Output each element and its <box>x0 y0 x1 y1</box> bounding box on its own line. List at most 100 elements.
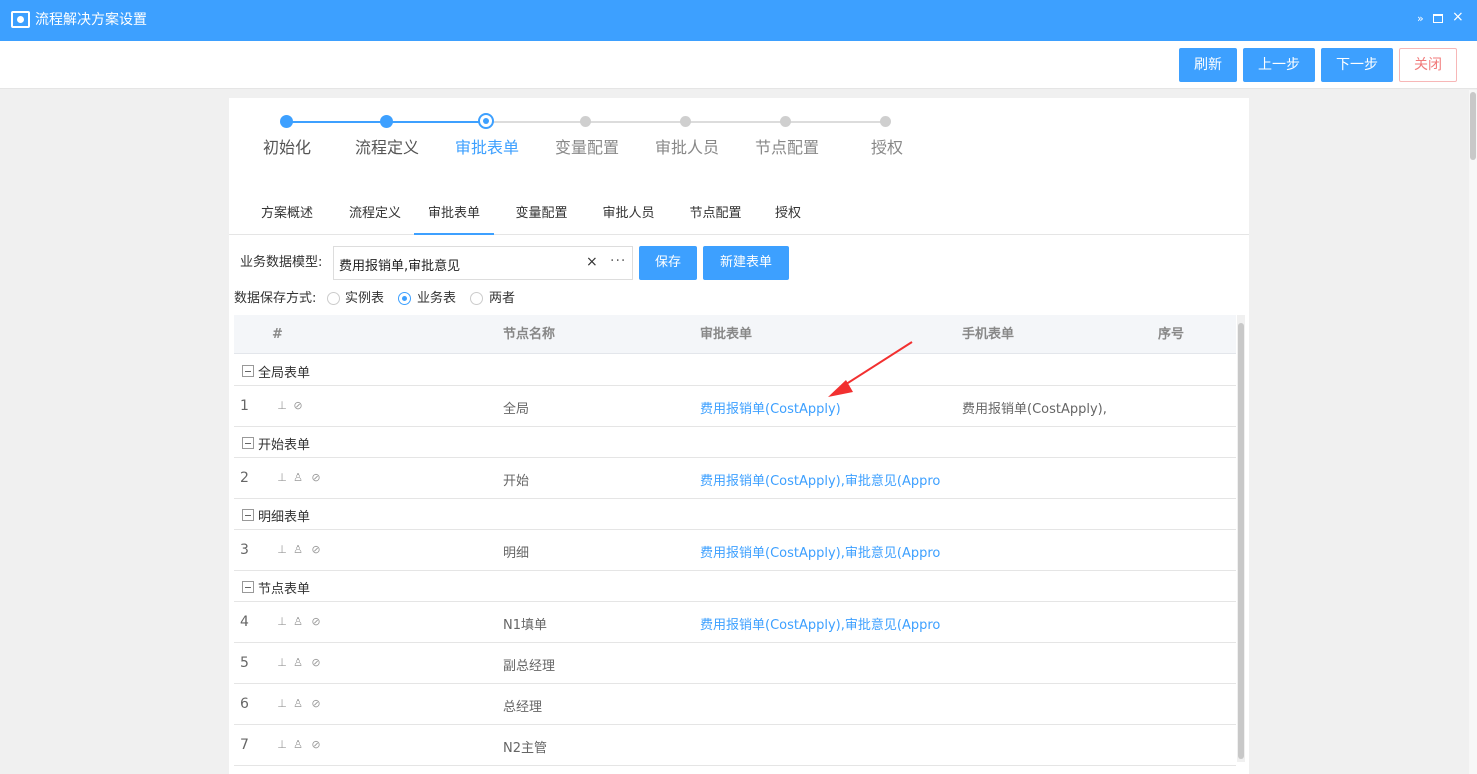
prev-step-button[interactable]: 上一步 <box>1243 48 1315 82</box>
tab-approval-form[interactable]: 审批表单 <box>414 198 494 235</box>
collapse-toggle-icon[interactable] <box>242 581 254 593</box>
table-scrollbar-thumb[interactable] <box>1238 323 1244 759</box>
stamp-icon[interactable]: ⊥ <box>276 656 288 669</box>
table-row[interactable]: 7 ⊥ ♙ ⊘ N2主管 <box>234 725 1236 766</box>
stamp-icon[interactable]: ⊥ <box>276 543 288 556</box>
collapse-toggle-icon[interactable] <box>242 509 254 521</box>
window-titlebar: 流程解决方案设置 » × <box>0 0 1477 41</box>
next-step-button[interactable]: 下一步 <box>1321 48 1393 82</box>
radio-label-business: 业务表 <box>417 291 457 306</box>
group-row-detail[interactable]: 明细表单 <box>234 499 1236 530</box>
user-icon[interactable]: ♙ <box>292 543 304 556</box>
approval-form-link[interactable]: 费用报销单(CostApply),审批意见(Appro <box>700 542 956 561</box>
approval-form-link[interactable]: 费用报销单(CostApply),审批意见(Appro <box>700 614 956 633</box>
forbid-icon[interactable]: ⊘ <box>310 543 322 556</box>
radio-instance-table[interactable] <box>327 292 340 305</box>
col-node-name: 节点名称 <box>503 327 556 342</box>
mobile-form: 费用报销单(CostApply), <box>962 402 1107 417</box>
user-icon[interactable]: ♙ <box>292 738 304 751</box>
group-name: 明细表单 <box>258 510 311 525</box>
step-dot-6 <box>780 116 791 127</box>
group-row-global[interactable]: 全局表单 <box>234 355 1236 386</box>
tab-overview[interactable]: 方案概述 <box>243 198 331 235</box>
radio-business-table[interactable] <box>398 292 411 305</box>
table-row[interactable]: 3 ⊥ ♙ ⊘ 明细 费用报销单(CostApply),审批意见(Appro <box>234 530 1236 571</box>
step-dot-7 <box>880 116 891 127</box>
table-header: # 节点名称 审批表单 手机表单 序号 <box>234 315 1236 354</box>
more-icon[interactable]: ··· <box>610 253 626 269</box>
step-label-7[interactable]: 授权 <box>871 138 903 158</box>
step-label-3[interactable]: 审批表单 <box>455 138 519 158</box>
refresh-button[interactable]: 刷新 <box>1179 48 1237 82</box>
save-button[interactable]: 保存 <box>639 246 697 280</box>
collapse-toggle-icon[interactable] <box>242 437 254 449</box>
table-row[interactable]: 6 ⊥ ♙ ⊘ 总经理 <box>234 684 1236 725</box>
stamp-icon[interactable]: ⊥ <box>276 471 288 484</box>
step-label-2[interactable]: 流程定义 <box>355 138 419 158</box>
step-label-4[interactable]: 变量配置 <box>555 138 619 158</box>
group-row-start[interactable]: 开始表单 <box>234 427 1236 458</box>
radio-both[interactable] <box>470 292 483 305</box>
table-row[interactable]: 1 ⊥ ⊘ 全局 费用报销单(CostApply) 费用报销单(CostAppl… <box>234 386 1236 427</box>
table-row[interactable]: 4 ⊥ ♙ ⊘ N1填单 费用报销单(CostApply),审批意见(Appro <box>234 602 1236 643</box>
forbid-icon[interactable]: ⊘ <box>310 656 322 669</box>
step-dot-5 <box>680 116 691 127</box>
user-icon[interactable]: ♙ <box>292 697 304 710</box>
forbid-icon[interactable]: ⊘ <box>310 697 322 710</box>
user-icon[interactable]: ♙ <box>292 656 304 669</box>
step-label-5[interactable]: 审批人员 <box>655 138 719 158</box>
step-label-1[interactable]: 初始化 <box>263 138 311 158</box>
tab-bar: 方案概述 流程定义 审批表单 变量配置 审批人员 节点配置 授权 <box>229 198 1249 235</box>
row-number: 7 <box>240 737 249 753</box>
step-dot-4 <box>580 116 591 127</box>
node-name: 总经理 <box>503 700 543 715</box>
node-name: 全局 <box>503 402 530 417</box>
forbid-icon[interactable]: ⊘ <box>292 399 304 412</box>
close-button[interactable]: 关闭 <box>1399 48 1457 82</box>
tab-approvers[interactable]: 审批人员 <box>586 198 671 235</box>
tab-node-config[interactable]: 节点配置 <box>673 198 758 235</box>
user-icon[interactable]: ♙ <box>292 471 304 484</box>
forbid-icon[interactable]: ⊘ <box>310 471 322 484</box>
forbid-icon[interactable]: ⊘ <box>310 738 322 751</box>
table-scrollbar[interactable] <box>1237 315 1245 762</box>
maximize-icon[interactable] <box>1433 14 1443 23</box>
col-approval-form: 审批表单 <box>700 327 753 342</box>
row-number: 6 <box>240 696 249 712</box>
collapse-toggle-icon[interactable] <box>242 365 254 377</box>
node-name: 副总经理 <box>503 659 556 674</box>
model-label: 业务数据模型: <box>240 255 323 270</box>
approval-form-link[interactable]: 费用报销单(CostApply),审批意见(Appro <box>700 470 956 489</box>
col-mobile-form: 手机表单 <box>962 327 1015 342</box>
toolbar: 刷新 上一步 下一步 关闭 <box>0 41 1477 89</box>
page-scrollbar[interactable] <box>1469 90 1477 774</box>
row-number: 5 <box>240 655 249 671</box>
app-icon <box>11 11 30 28</box>
group-name: 节点表单 <box>258 582 311 597</box>
stamp-icon[interactable]: ⊥ <box>276 697 288 710</box>
stamp-icon[interactable]: ⊥ <box>276 399 288 412</box>
tab-process-def[interactable]: 流程定义 <box>331 198 419 235</box>
stamp-icon[interactable]: ⊥ <box>276 738 288 751</box>
model-input[interactable]: 费用报销单,审批意见 × ··· <box>333 246 633 280</box>
new-form-button[interactable]: 新建表单 <box>703 246 789 280</box>
step-label-6[interactable]: 节点配置 <box>755 138 819 158</box>
model-value: 费用报销单,审批意见 <box>339 259 461 274</box>
table-row[interactable]: 5 ⊥ ♙ ⊘ 副总经理 <box>234 643 1236 684</box>
page-scrollbar-thumb[interactable] <box>1470 92 1476 160</box>
save-mode-label: 数据保存方式: <box>234 291 317 306</box>
table-row[interactable]: 2 ⊥ ♙ ⊘ 开始 费用报销单(CostApply),审批意见(Appro <box>234 458 1236 499</box>
tab-variables[interactable]: 变量配置 <box>499 198 584 235</box>
close-icon[interactable]: × <box>1452 10 1464 24</box>
stamp-icon[interactable]: ⊥ <box>276 615 288 628</box>
collapse-icon[interactable]: » <box>1417 12 1424 26</box>
user-icon[interactable]: ♙ <box>292 615 304 628</box>
group-row-node[interactable]: 节点表单 <box>234 571 1236 602</box>
clear-icon[interactable]: × <box>586 254 598 270</box>
col-index: # <box>272 327 283 342</box>
tab-authorization[interactable]: 授权 <box>764 198 812 235</box>
radio-label-both: 两者 <box>489 291 516 306</box>
radio-label-instance: 实例表 <box>345 291 385 306</box>
node-name: 明细 <box>503 546 530 561</box>
forbid-icon[interactable]: ⊘ <box>310 615 322 628</box>
